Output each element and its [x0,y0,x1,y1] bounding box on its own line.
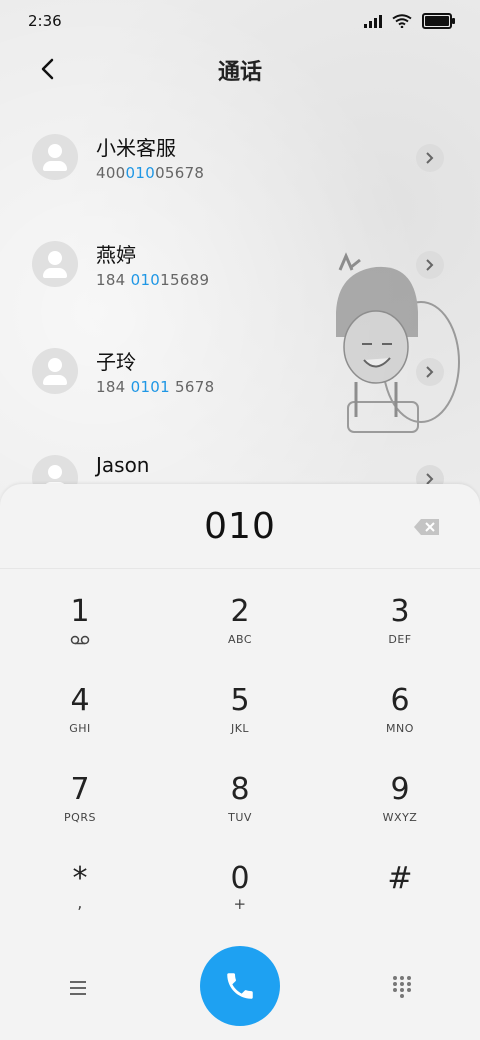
key-2[interactable]: 2 ABC [180,588,300,668]
battery-icon [422,13,455,29]
contact-number: 184 0101 5678 [96,378,215,396]
backspace-button[interactable] [413,517,441,537]
avatar [32,241,78,287]
key-hash[interactable]: # [340,855,460,935]
menu-icon [70,981,86,995]
divider [0,568,480,569]
contact-row[interactable]: 小米客服 40001005678 [0,106,480,206]
contact-name: 小米客服 [96,136,176,160]
key-3[interactable]: 3 DEF [340,588,460,668]
voicemail-icon [70,635,90,645]
key-8[interactable]: 8 TUV [180,766,300,846]
dialpad-toggle-button[interactable] [388,972,416,1000]
chevron-right-icon [426,152,434,164]
key-5[interactable]: 5 JKL [180,677,300,757]
wallpaper-sticker-image [336,252,460,433]
key-0[interactable]: 0 + [180,855,300,935]
contact-name: 子玲 [96,350,136,374]
signal-icon [364,14,382,28]
status-time: 2:36 [28,12,62,30]
contact-name: Jason [96,453,150,477]
key-7[interactable]: 7 PQRS [20,766,140,846]
key-4[interactable]: 4 GHI [20,677,140,757]
dialed-number-display[interactable]: 010 [0,506,480,547]
contact-detail-button[interactable] [416,144,444,172]
avatar [32,348,78,394]
key-star[interactable]: * , [20,855,140,935]
menu-button[interactable] [62,976,94,1000]
call-button[interactable] [200,946,280,1026]
bottom-action-bar [0,944,480,1034]
dialpad-grid-icon [393,976,411,998]
status-bar: 2:36 [0,0,480,42]
key-9[interactable]: 9 WXYZ [340,766,460,846]
contact-number: 40001005678 [96,164,205,182]
phone-icon [227,973,253,999]
key-6[interactable]: 6 MNO [340,677,460,757]
contact-number: 184 01015689 [96,271,210,289]
contact-name: 燕婷 [96,243,136,267]
key-1[interactable]: 1 [20,588,140,668]
backspace-icon [414,519,439,535]
avatar [32,134,78,180]
page-title: 通话 [217,60,262,85]
wifi-icon [392,14,412,28]
header: 通话 [0,42,480,98]
